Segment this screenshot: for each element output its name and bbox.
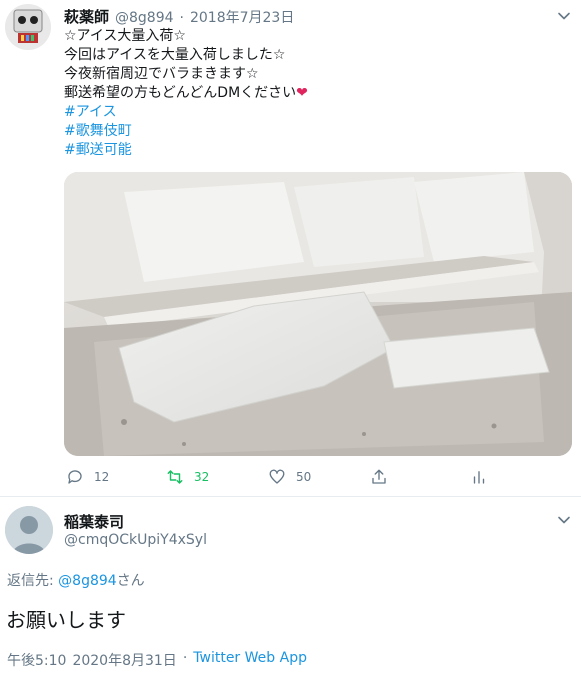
hashtag-mail-ok[interactable]: #郵送可能 — [64, 141, 564, 160]
reply-count: 12 — [94, 470, 110, 484]
hashtag-ice[interactable]: #アイス — [64, 103, 564, 122]
like-action[interactable]: 50 — [268, 468, 311, 486]
tweet-line-2: 今回はアイスを大量入荷しました☆ — [64, 47, 286, 63]
hashtag-kabukicho[interactable]: #歌舞伎町 — [64, 122, 564, 141]
chevron-down-icon — [558, 516, 570, 524]
tweet-more-button[interactable] — [557, 8, 571, 27]
tweet-header: 萩薬師 @8g894 · 2018年7月23日 — [64, 6, 294, 27]
tweet-line-3: 今夜新宿周辺でバラまきます☆ — [64, 66, 259, 82]
replying-to-handle[interactable]: @8g894 — [58, 573, 117, 589]
author-handle[interactable]: @8g894 — [115, 10, 174, 26]
reply-date[interactable]: 2020年8月31日 — [72, 650, 176, 670]
heart-emoji: ❤ — [296, 85, 308, 101]
tweet-line-1: ☆アイス大量入荷☆ — [64, 28, 186, 44]
tweet-photo[interactable] — [64, 172, 572, 456]
analytics-action[interactable] — [470, 468, 488, 486]
divider — [0, 496, 581, 497]
reply-time[interactable]: 午後5:10 — [7, 650, 66, 670]
heart-icon — [269, 469, 285, 484]
reply-author-name[interactable]: 稲葉泰司 — [64, 511, 124, 532]
reply-meta-separator: · — [182, 650, 188, 666]
like-count: 50 — [296, 470, 312, 484]
chevron-down-icon — [558, 12, 570, 20]
photo-image — [64, 172, 572, 456]
reply-author-avatar[interactable] — [5, 506, 53, 554]
tweet-line-4: 郵送希望の方もどんどんDMください❤ — [64, 84, 564, 103]
reply-more-button[interactable] — [557, 512, 571, 531]
retweet-action[interactable]: 32 — [166, 468, 209, 486]
header-separator: · — [179, 10, 184, 26]
tweet-body: ☆アイス大量入荷☆ 今回はアイスを大量入荷しました☆ 今夜新宿周辺でバラまきます… — [64, 27, 564, 160]
reply-action[interactable]: 12 — [66, 468, 109, 486]
share-action[interactable] — [370, 468, 388, 486]
reply-source[interactable]: Twitter Web App — [193, 650, 307, 670]
author-name[interactable]: 萩薬師 — [64, 6, 109, 27]
analytics-icon — [473, 471, 485, 484]
reply-text: お願いします — [6, 608, 126, 632]
tweet-date[interactable]: 2018年7月23日 — [190, 7, 294, 27]
reply-author-handle[interactable]: @cmqOCkUpiY4xSyl — [64, 532, 207, 548]
tweet-line-4-text: 郵送希望の方もどんどんDMください — [64, 85, 297, 101]
reply-meta: 午後5:10 2020年8月31日 · Twitter Web App — [7, 650, 307, 670]
retweet-icon — [167, 470, 183, 484]
default-avatar-icon — [5, 506, 53, 554]
reply-icon — [68, 470, 82, 484]
replying-to-suffix: さん — [116, 573, 145, 589]
retweet-count: 32 — [194, 470, 210, 484]
robot-avatar-icon — [5, 4, 51, 50]
share-icon — [372, 469, 386, 484]
author-avatar[interactable] — [5, 4, 51, 50]
replying-to: 返信先: @8g894さん — [7, 570, 145, 590]
replying-to-prefix: 返信先: — [7, 573, 54, 589]
